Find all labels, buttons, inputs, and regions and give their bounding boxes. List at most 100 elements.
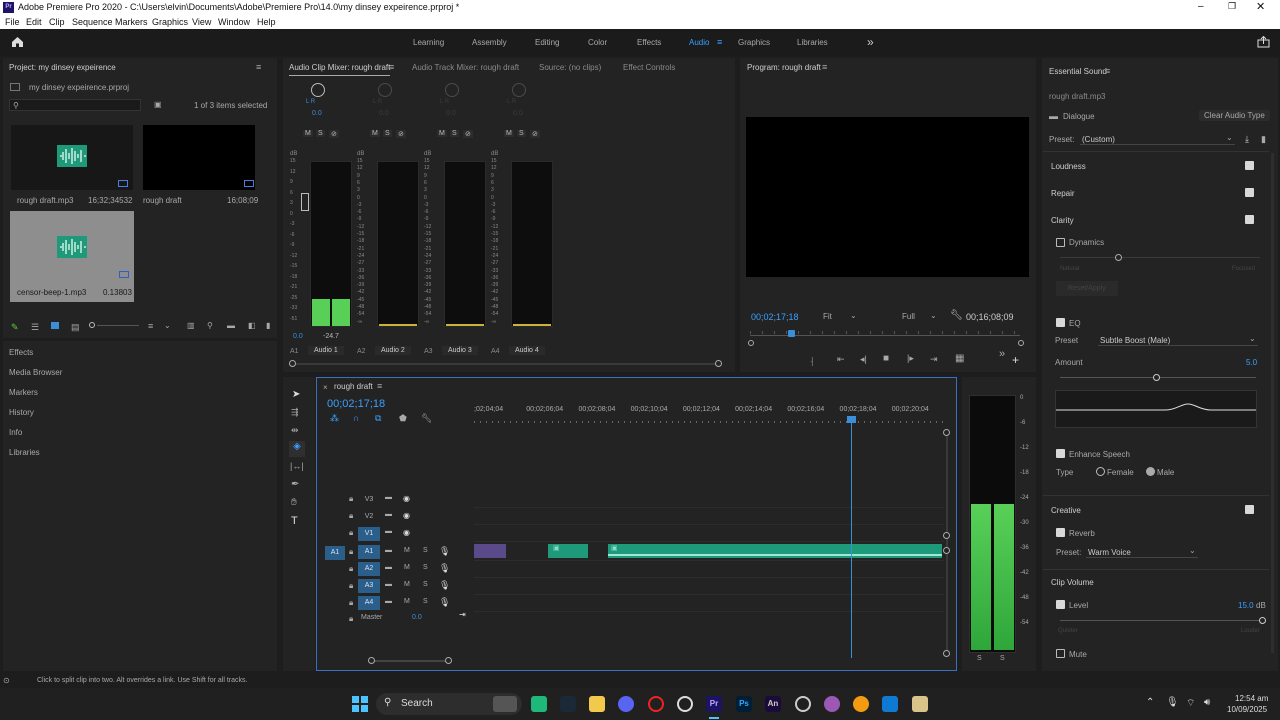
- menu-markers[interactable]: Markers: [115, 17, 148, 27]
- nav-markers[interactable]: Markers: [9, 388, 38, 397]
- source-patch-a1[interactable]: A1: [325, 546, 345, 560]
- pan-value[interactable]: 0.0: [312, 110, 322, 117]
- panel-menu-icon[interactable]: ≡: [389, 62, 394, 72]
- female-radio[interactable]: [1096, 467, 1105, 476]
- essential-scrollbar[interactable]: [1271, 153, 1274, 653]
- go-to-out-icon[interactable]: ⇥: [930, 354, 938, 365]
- solo-track-button[interactable]: S: [423, 598, 428, 605]
- project-item-thumb[interactable]: [143, 125, 255, 190]
- pan-knob[interactable]: [445, 83, 459, 97]
- lock-icon[interactable]: 🔒︎: [349, 598, 353, 608]
- tab-audio-clip-mixer[interactable]: Audio Clip Mixer: rough draft: [289, 63, 391, 76]
- level-value[interactable]: 15.0: [1238, 601, 1254, 610]
- nav-info[interactable]: Info: [9, 428, 22, 437]
- enhance-speech-checkbox[interactable]: [1056, 449, 1065, 458]
- solo-left-button[interactable]: S: [977, 655, 982, 662]
- project-search-input[interactable]: ⚲: [9, 99, 141, 111]
- menu-help[interactable]: Help: [257, 17, 276, 27]
- nav-history[interactable]: History: [9, 408, 34, 417]
- audio-clip[interactable]: ▣: [548, 544, 588, 558]
- project-item-thumb[interactable]: [11, 125, 133, 190]
- animate-icon[interactable]: An: [765, 696, 781, 712]
- lock-icon[interactable]: 🔒︎: [349, 547, 353, 557]
- reset-apply-button[interactable]: Reset/Apply: [1056, 281, 1118, 296]
- slider-handle[interactable]: [1153, 374, 1160, 381]
- vscode-icon[interactable]: [882, 696, 898, 712]
- new-bin-icon[interactable]: ▣: [154, 100, 162, 109]
- video-track-label[interactable]: V1: [358, 527, 380, 541]
- clock-time[interactable]: 12:54 am: [1235, 694, 1268, 703]
- icon-view-icon[interactable]: [51, 322, 59, 329]
- solo-track-button[interactable]: S: [423, 564, 428, 571]
- nav-effects[interactable]: Effects: [9, 348, 33, 357]
- go-to-in-icon[interactable]: ⇤: [837, 354, 845, 365]
- master-expand-icon[interactable]: ⇥: [459, 610, 466, 619]
- program-timecode[interactable]: 00;02;17;18: [751, 312, 799, 322]
- file-explorer-icon[interactable]: [589, 696, 605, 712]
- pan-knob[interactable]: [378, 83, 392, 97]
- maximize-button[interactable]: ❐: [1228, 1, 1236, 12]
- mute-button[interactable]: M: [437, 130, 447, 137]
- fit-dropdown[interactable]: Fit ⌄: [818, 310, 860, 322]
- pen-tool-icon[interactable]: ✒: [291, 479, 299, 490]
- reverb-preset-dropdown[interactable]: Warm Voice ⌄: [1086, 546, 1198, 558]
- audio-track-label[interactable]: A1: [358, 545, 380, 559]
- find-icon[interactable]: ⚲: [207, 321, 213, 330]
- step-forward-icon[interactable]: |▸: [907, 353, 914, 364]
- toggle-sync-icon[interactable]: ▬: [385, 528, 392, 535]
- mute-button[interactable]: M: [370, 130, 380, 137]
- workspace-color[interactable]: Color: [588, 38, 607, 47]
- solo-button[interactable]: S: [316, 130, 325, 137]
- tab-audio-track-mixer[interactable]: Audio Track Mixer: rough draft: [412, 63, 519, 72]
- quality-dropdown[interactable]: Full ⌄: [897, 310, 941, 322]
- menu-edit[interactable]: Edit: [26, 17, 42, 27]
- timeline-hscroll[interactable]: [368, 657, 452, 664]
- app-icon-browser[interactable]: [824, 696, 840, 712]
- section-clarity[interactable]: Clarity: [1051, 216, 1074, 225]
- toggle-sync-icon[interactable]: ▬: [385, 581, 392, 588]
- add-button-icon[interactable]: +: [1012, 353, 1019, 367]
- home-icon[interactable]: [11, 36, 24, 48]
- wifi-icon[interactable]: ⌔: [1186, 697, 1195, 710]
- menu-clip[interactable]: Clip: [49, 17, 65, 27]
- section-loudness[interactable]: Loudness: [1051, 162, 1086, 171]
- playhead[interactable]: [787, 330, 795, 337]
- male-radio[interactable]: [1146, 467, 1155, 476]
- slip-tool-icon[interactable]: |↔|: [290, 461, 304, 471]
- preset-dropdown[interactable]: (Custom) ⌄: [1080, 133, 1235, 145]
- taskbar-search[interactable]: ⚲ Search: [376, 693, 522, 715]
- mute-track-button[interactable]: M: [404, 581, 410, 588]
- menu-file[interactable]: File: [5, 17, 20, 27]
- playhead[interactable]: [847, 416, 856, 423]
- mute-checkbox[interactable]: [1056, 649, 1065, 658]
- microphone-icon[interactable]: 🎙︎: [439, 597, 450, 608]
- video-track-label[interactable]: V3: [358, 493, 380, 507]
- toggle-sync-icon[interactable]: ▬: [385, 547, 392, 554]
- creative-checkbox[interactable]: [1245, 505, 1254, 514]
- chrome-icon[interactable]: [795, 696, 811, 712]
- clarity-checkbox[interactable]: [1245, 215, 1254, 224]
- opera-icon[interactable]: [648, 696, 664, 712]
- zoom-slider[interactable]: [89, 322, 139, 328]
- toggle-sync-icon[interactable]: ▬: [385, 511, 392, 518]
- list-view-icon[interactable]: ☰: [31, 322, 39, 333]
- workspace-assembly[interactable]: Assembly: [472, 38, 507, 47]
- track-select-tool-icon[interactable]: ⇶: [291, 407, 299, 418]
- workspace-editing[interactable]: Editing: [535, 38, 559, 47]
- master-value[interactable]: 0.0: [412, 614, 422, 621]
- repair-checkbox[interactable]: [1245, 188, 1254, 197]
- solo-right-button[interactable]: S: [1000, 655, 1005, 662]
- level-slider[interactable]: [1060, 617, 1266, 624]
- step-back-icon[interactable]: ◂|: [860, 354, 867, 365]
- amount-value[interactable]: 5.0: [1246, 358, 1257, 367]
- audio-clip[interactable]: [474, 544, 506, 558]
- nav-media-browser[interactable]: Media Browser: [9, 368, 62, 377]
- video-track-label[interactable]: V2: [358, 510, 380, 524]
- reverb-checkbox[interactable]: [1056, 528, 1065, 537]
- clear-audio-type-button[interactable]: Clear Audio Type: [1199, 110, 1270, 121]
- mixer-scrollbar[interactable]: [289, 360, 722, 367]
- discord-icon[interactable]: [618, 696, 634, 712]
- dynamics-checkbox[interactable]: [1056, 238, 1065, 247]
- program-scrubber[interactable]: [748, 330, 1024, 346]
- workspace-menu-icon[interactable]: ≡: [717, 37, 722, 47]
